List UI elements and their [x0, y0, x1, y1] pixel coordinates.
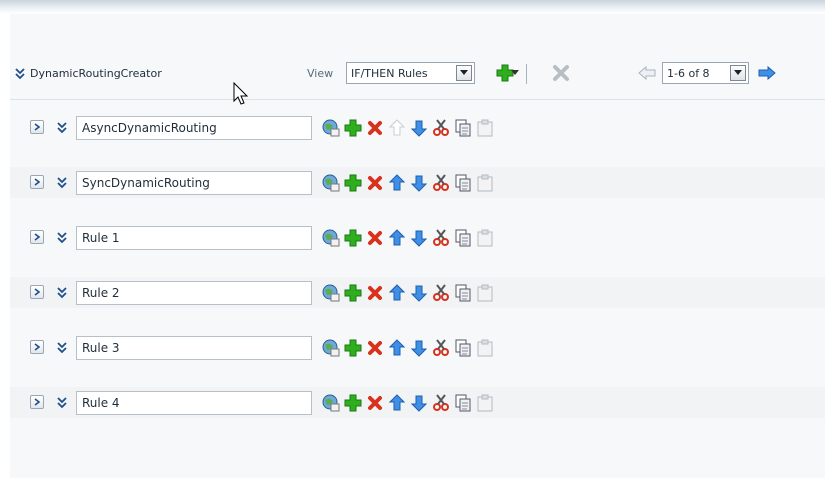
copy-icon[interactable]	[452, 226, 474, 250]
move-up-icon[interactable]	[386, 336, 408, 360]
expand-row-icon[interactable]	[30, 230, 44, 244]
cut-icon[interactable]	[430, 391, 452, 415]
rule-name: Rule 4	[82, 396, 120, 410]
paste-icon[interactable]	[474, 336, 496, 360]
rule-name-field[interactable]: Rule 1	[76, 226, 312, 250]
globe-icon[interactable]	[320, 171, 342, 195]
chevron-down-icon[interactable]	[730, 65, 746, 81]
globe-icon[interactable]	[320, 226, 342, 250]
move-up-icon[interactable]	[386, 171, 408, 195]
rule-row: Rule 3	[10, 332, 825, 363]
expand-row-icon[interactable]	[30, 395, 44, 409]
expand-row-icon[interactable]	[30, 340, 44, 354]
header-title-group[interactable]: DynamicRoutingCreator	[14, 66, 162, 80]
double-chevron-down-icon[interactable]	[56, 285, 68, 299]
expand-row-icon[interactable]	[30, 120, 44, 134]
view-select-value: IF/THEN Rules	[351, 66, 428, 80]
cut-icon[interactable]	[430, 116, 452, 140]
move-down-icon[interactable]	[408, 281, 430, 305]
double-chevron-down-icon[interactable]	[56, 175, 68, 189]
rule-name: AsyncDynamicRouting	[82, 121, 217, 135]
paste-icon[interactable]	[474, 116, 496, 140]
add-icon[interactable]	[342, 281, 364, 305]
copy-icon[interactable]	[452, 116, 474, 140]
move-up-icon[interactable]	[386, 391, 408, 415]
delete-icon[interactable]	[364, 391, 386, 415]
paste-icon[interactable]	[474, 226, 496, 250]
cut-icon[interactable]	[430, 171, 452, 195]
page: DynamicRoutingCreator View IF/THEN Rules…	[0, 0, 825, 478]
copy-icon[interactable]	[452, 391, 474, 415]
rule-name-field[interactable]: AsyncDynamicRouting	[76, 116, 312, 140]
move-down-icon[interactable]	[408, 336, 430, 360]
rule-row: Rule 4	[10, 387, 825, 418]
double-chevron-down-icon[interactable]	[56, 340, 68, 354]
paste-icon[interactable]	[474, 171, 496, 195]
rule-name-field[interactable]: Rule 3	[76, 336, 312, 360]
header-title: DynamicRoutingCreator	[30, 66, 162, 80]
double-chevron-down-icon[interactable]	[56, 120, 68, 134]
globe-icon[interactable]	[320, 281, 342, 305]
cut-icon[interactable]	[430, 226, 452, 250]
rule-row: SyncDynamicRouting	[10, 167, 825, 198]
mouse-cursor-icon	[233, 81, 251, 109]
next-arrow-icon[interactable]	[756, 62, 778, 84]
cut-icon[interactable]	[430, 336, 452, 360]
previous-arrow-icon[interactable]	[636, 62, 658, 84]
add-menu-chevron-icon[interactable]	[508, 62, 522, 84]
double-chevron-down-icon[interactable]	[14, 66, 26, 80]
rule-name: Rule 2	[82, 286, 120, 300]
delete-icon-disabled[interactable]	[550, 62, 572, 84]
globe-icon[interactable]	[320, 116, 342, 140]
move-up-icon[interactable]	[386, 116, 408, 140]
add-icon[interactable]	[342, 336, 364, 360]
pager-select[interactable]: 1-6 of 8	[662, 62, 749, 84]
delete-icon[interactable]	[364, 171, 386, 195]
header-divider	[10, 99, 825, 100]
toolbar-separator	[526, 64, 527, 84]
globe-icon[interactable]	[320, 336, 342, 360]
rule-row: Rule 2	[10, 277, 825, 308]
rule-row: Rule 1	[10, 222, 825, 253]
copy-icon[interactable]	[452, 171, 474, 195]
rule-name: Rule 3	[82, 341, 120, 355]
rule-name: Rule 1	[82, 231, 120, 245]
copy-icon[interactable]	[452, 336, 474, 360]
rule-row: AsyncDynamicRouting	[10, 112, 825, 143]
copy-icon[interactable]	[452, 281, 474, 305]
move-down-icon[interactable]	[408, 226, 430, 250]
pager-select-value: 1-6 of 8	[667, 66, 710, 80]
rule-name-field[interactable]: SyncDynamicRouting	[76, 171, 312, 195]
delete-icon[interactable]	[364, 226, 386, 250]
rule-name: SyncDynamicRouting	[82, 176, 210, 190]
globe-icon[interactable]	[320, 391, 342, 415]
delete-icon[interactable]	[364, 336, 386, 360]
expand-row-icon[interactable]	[30, 285, 44, 299]
header-toolbar: DynamicRoutingCreator View IF/THEN Rules…	[14, 62, 819, 86]
move-up-icon[interactable]	[386, 281, 408, 305]
rule-name-field[interactable]: Rule 4	[76, 391, 312, 415]
view-label: View	[307, 67, 334, 80]
double-chevron-down-icon[interactable]	[56, 230, 68, 244]
top-band	[0, 0, 825, 14]
delete-icon[interactable]	[364, 116, 386, 140]
add-icon[interactable]	[342, 226, 364, 250]
chevron-down-icon[interactable]	[456, 65, 472, 81]
add-icon[interactable]	[342, 171, 364, 195]
move-down-icon[interactable]	[408, 391, 430, 415]
paste-icon[interactable]	[474, 281, 496, 305]
view-select[interactable]: IF/THEN Rules	[346, 62, 475, 84]
add-icon[interactable]	[342, 391, 364, 415]
rule-name-field[interactable]: Rule 2	[76, 281, 312, 305]
expand-row-icon[interactable]	[30, 175, 44, 189]
delete-icon[interactable]	[364, 281, 386, 305]
cut-icon[interactable]	[430, 281, 452, 305]
paste-icon[interactable]	[474, 391, 496, 415]
double-chevron-down-icon[interactable]	[56, 395, 68, 409]
move-up-icon[interactable]	[386, 226, 408, 250]
add-icon[interactable]	[342, 116, 364, 140]
move-down-icon[interactable]	[408, 116, 430, 140]
move-down-icon[interactable]	[408, 171, 430, 195]
